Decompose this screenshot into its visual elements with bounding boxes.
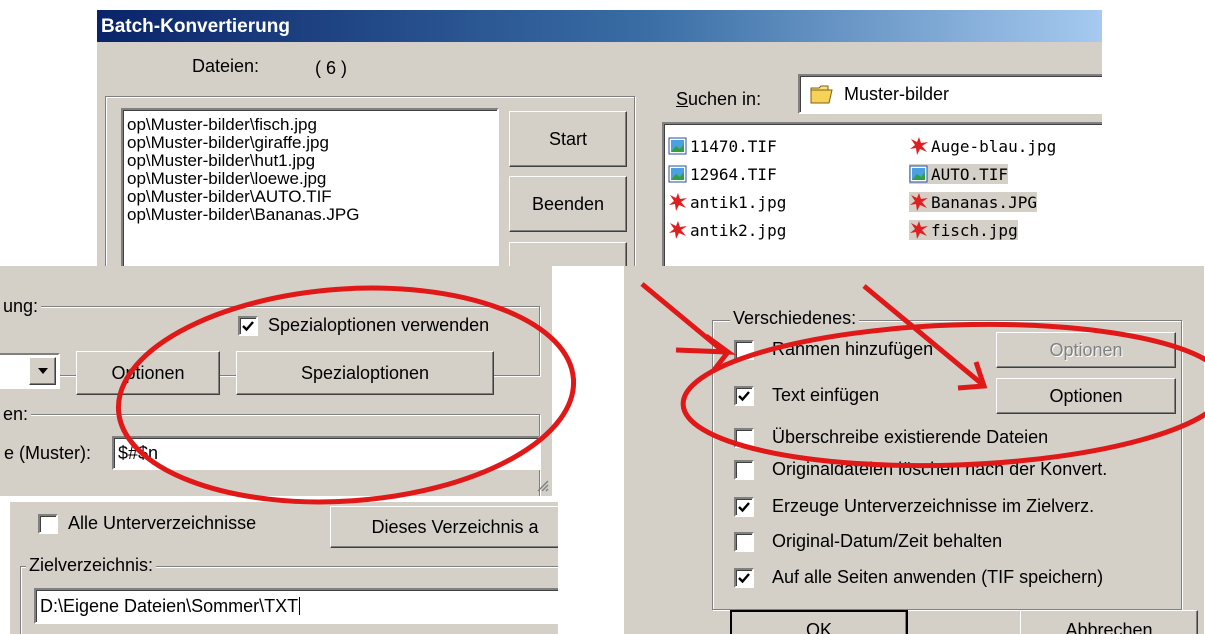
annotation-ellipse	[115, 285, 577, 505]
annotation-ellipse	[680, 321, 1205, 469]
annotation-arrow	[675, 333, 737, 372]
annotation-overlay	[115, 282, 1205, 505]
annotation-arrow	[862, 284, 984, 386]
